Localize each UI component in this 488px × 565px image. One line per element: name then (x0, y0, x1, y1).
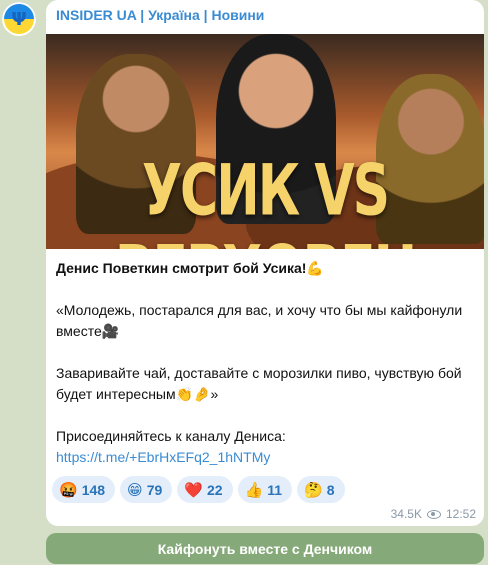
post-line-4: Присоединяйтесь к каналу Дениса: (56, 428, 286, 444)
invite-link[interactable]: https://t.me/+EbrHxEFq2_1hNTMy (56, 449, 270, 465)
thumbs-up-icon: 👍 (244, 480, 264, 499)
channel-avatar[interactable]: Ψ (2, 2, 36, 36)
message-meta: 34.5K 12:52 (391, 507, 476, 521)
reaction-count: 148 (81, 481, 106, 498)
view-count: 34.5K (390, 507, 422, 521)
reaction-count: 8 (326, 481, 335, 498)
reaction-count: 11 (267, 481, 283, 498)
avatar-trident-icon: Ψ (11, 8, 27, 30)
angry-face-icon: 🤬 (59, 480, 78, 499)
reaction-heart[interactable]: ❤️ 22 (177, 476, 233, 503)
reaction-thinking[interactable]: 🤔 8 (297, 476, 345, 503)
grin-face-icon: 😁 (127, 480, 143, 499)
image-headline: УСИК VS ВЕРХОВЕН (115, 151, 417, 249)
thinking-face-icon: 🤔 (304, 480, 323, 499)
post-text: Денис Поветкин смотрит бой Усика!💪 «Моло… (56, 258, 476, 468)
message-bubble: INSIDER UA | Україна | Новини УСИК VS ВЕ… (46, 0, 484, 526)
eye-icon (426, 509, 441, 519)
reactions-bar: 🤬 148 😁 79 ❤️ 22 👍 11 🤔 8 (52, 476, 345, 503)
post-line-3: Заваривайте чай, доставайте с морозилки … (56, 365, 462, 402)
reaction-grin[interactable]: 😁 79 (120, 476, 173, 503)
reaction-thumbs-up[interactable]: 👍 11 (237, 476, 293, 503)
message-time: 12:52 (445, 507, 476, 521)
channel-title[interactable]: INSIDER UA | Україна | Новини (56, 7, 264, 23)
post-line-1: Денис Поветкин смотрит бой Усика!💪 (56, 260, 324, 276)
heart-icon: ❤️ (184, 480, 203, 499)
post-image[interactable]: УСИК VS ВЕРХОВЕН (46, 34, 484, 249)
reaction-count: 79 (146, 481, 163, 498)
reaction-count: 22 (206, 481, 223, 498)
reaction-angry[interactable]: 🤬 148 (52, 476, 116, 503)
post-line-2: «Молодежь, постарался для вас, и хочу чт… (56, 302, 463, 339)
join-channel-button[interactable]: Кайфонуть вместе с Денчиком (46, 533, 484, 564)
